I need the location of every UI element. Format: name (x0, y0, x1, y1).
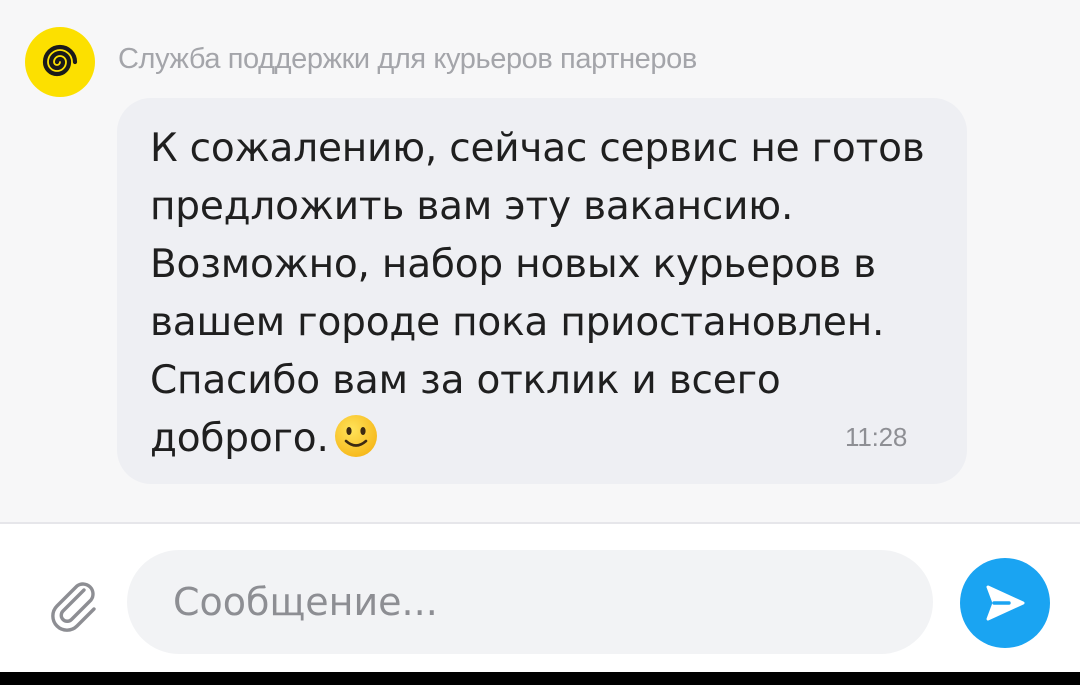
message-bubble[interactable]: К сожалению, сейчас сервис не готов пред… (117, 98, 967, 484)
sender-name: Служба поддержки для курьеров партнеров (118, 43, 697, 75)
message-list[interactable]: Служба поддержки для курьеров партнеров … (0, 0, 1080, 522)
send-button[interactable] (960, 558, 1050, 648)
message-text-block: К сожалению, сейчас сервис не готов пред… (150, 120, 950, 468)
avatar[interactable] (25, 27, 95, 97)
system-navigation-bar (0, 672, 1080, 685)
spiral-logo-icon (42, 44, 78, 77)
message-timestamp: 11:28 (845, 422, 908, 452)
message-input[interactable] (127, 550, 933, 654)
slightly-smiling-face-icon (333, 413, 379, 459)
chat-screen: Служба поддержки для курьеров партнеров … (0, 0, 1080, 685)
message-text: К сожалению, сейчас сервис не готов пред… (150, 126, 925, 461)
send-arrow-icon (986, 585, 1025, 621)
attach-button[interactable] (38, 568, 110, 640)
paperclip-icon (51, 582, 96, 632)
message-composer (0, 522, 1080, 672)
